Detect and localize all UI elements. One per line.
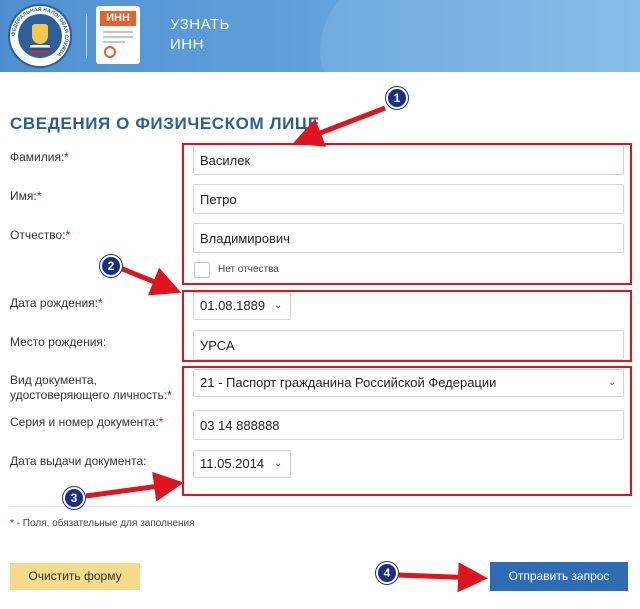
service-title-line2: ИНН: [170, 36, 204, 53]
required-note-text: - Поля, обязательные для заполнения: [16, 518, 195, 529]
required-mark: *: [65, 228, 71, 242]
header-divider: [86, 14, 87, 58]
inn-badge: ИНН: [100, 11, 136, 26]
fns-logo[interactable]: ФЕДЕРАЛЬНАЯ НАЛОГОВАЯ СЛУЖБА: [8, 4, 72, 68]
required-mark: *: [97, 296, 103, 310]
arrow-4: [397, 562, 488, 593]
annotation-marker-1: 1: [386, 87, 408, 109]
doc-number-label: Серия и номер документа:*: [10, 415, 163, 430]
eagle-icon: [32, 24, 48, 44]
annotation-marker-3: 3: [63, 487, 85, 509]
doc-type-label-line2: удостоверяющего личность:: [10, 388, 168, 402]
doc-type-label-line1: Вид документа,: [10, 373, 97, 387]
required-mark: *: [158, 415, 164, 429]
flag-icon: [30, 45, 50, 53]
annotation-marker-4: 4: [376, 562, 398, 584]
doc-line: [103, 41, 125, 43]
required-mark: *: [10, 518, 14, 529]
submit-request-button[interactable]: Отправить запрос: [490, 562, 628, 591]
required-mark: *: [36, 189, 42, 203]
name-label-text: Имя:: [10, 189, 37, 203]
name-label: Имя:*: [10, 189, 41, 204]
required-mark: *: [64, 150, 69, 164]
doc-type-label: Вид документа, удостоверяющего личность:…: [10, 373, 172, 403]
arrow-2: [119, 265, 182, 296]
header-decoration: [320, 0, 640, 72]
service-title-line1: УЗНАТЬ: [170, 16, 230, 33]
seal-icon: [104, 46, 116, 58]
required-mark: *: [167, 388, 172, 402]
clear-form-button[interactable]: Очистить форму: [10, 563, 140, 590]
patronymic-label: Отчество:*: [10, 228, 70, 243]
birth-place-label: Место рождения:: [10, 335, 107, 349]
doc-line: [103, 31, 133, 33]
inn-document-icon[interactable]: ИНН: [96, 6, 140, 64]
surname-label-text: Фамилия:: [10, 150, 65, 164]
section-title: СВЕДЕНИЯ О ФИЗИЧЕСКОМ ЛИЦЕ: [10, 114, 320, 133]
required-note: * - Поля, обязательные для заполнения: [10, 518, 195, 529]
annotation-marker-2: 2: [100, 255, 122, 277]
highlight-box-1: [182, 143, 632, 285]
birth-date-label-text: Дата рождения:: [10, 296, 98, 310]
service-title[interactable]: УЗНАТЬ ИНН: [170, 15, 230, 55]
surname-label: Фамилия:*: [10, 150, 69, 165]
logo-emblem: [18, 14, 62, 58]
site-header: ФЕДЕРАЛЬНАЯ НАЛОГОВАЯ СЛУЖБА ИНН УЗНАТЬ …: [0, 0, 640, 72]
patronymic-label-text: Отчество:: [10, 228, 66, 242]
birth-date-label: Дата рождения:*: [10, 296, 103, 311]
doc-line: [103, 36, 133, 38]
doc-number-label-text: Серия и номер документа:: [10, 415, 159, 429]
doc-date-label: Дата выдачи документа:: [10, 454, 147, 468]
form-divider: [10, 506, 630, 507]
highlight-box-2: [182, 290, 632, 362]
highlight-box-3: [182, 366, 632, 496]
arrow-3: [85, 471, 184, 502]
